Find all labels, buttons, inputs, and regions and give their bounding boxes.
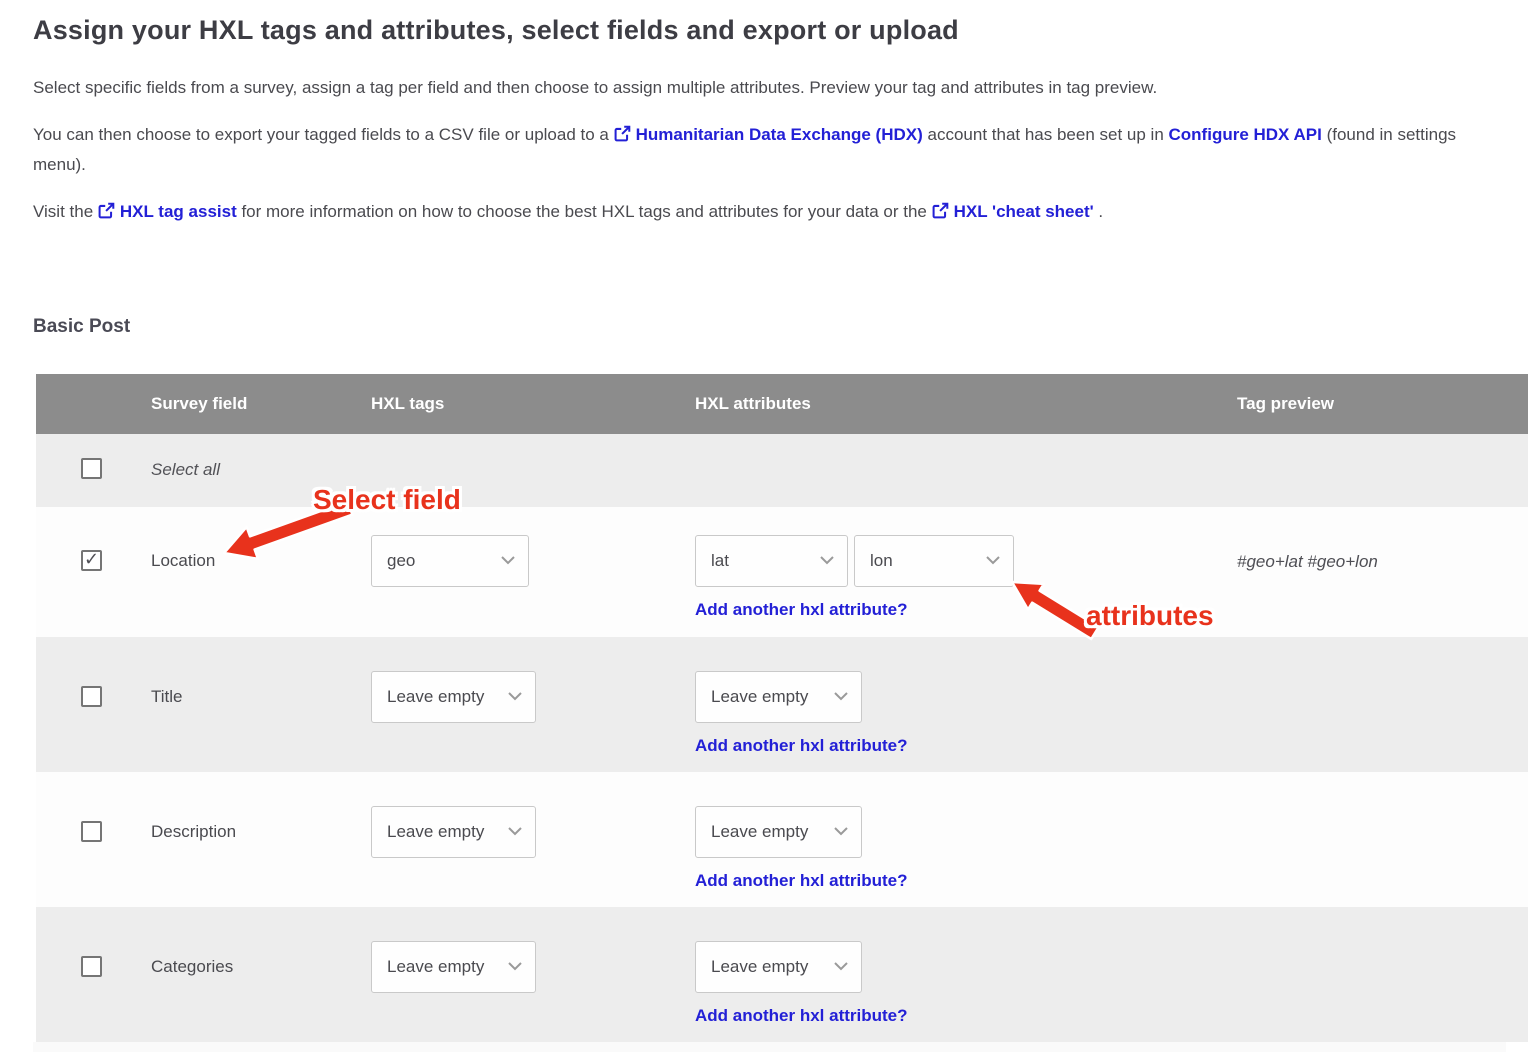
hdx-link[interactable]: Humanitarian Data Exchange (HDX) — [614, 125, 923, 144]
header-checkbox-column — [36, 374, 151, 434]
hxl-attribute-select[interactable]: Leave empty — [695, 671, 862, 723]
select-all-row: Select all — [36, 434, 1528, 507]
hxl-attribute-select-value: Leave empty — [711, 822, 808, 842]
hxl-attribute-select[interactable]: Leave empty — [695, 941, 862, 993]
chevron-down-icon — [501, 552, 515, 570]
hxl-tag-select[interactable]: Leave empty — [371, 941, 536, 993]
intro-p3-text: Visit the — [33, 202, 98, 221]
add-attribute-link[interactable]: Add another hxl attribute? — [695, 600, 908, 620]
intro-paragraph-3: Visit the HXL tag assist for more inform… — [33, 198, 1506, 228]
select-all-label: Select all — [151, 460, 220, 480]
survey-field-label: Categories — [151, 957, 233, 977]
table-row-title: Title Leave empty Leave empty Add anoth — [36, 637, 1528, 772]
hxl-attribute-select[interactable]: lon — [854, 535, 1014, 587]
hxl-tag-assist-link-label: HXL tag assist — [120, 202, 237, 221]
chevron-down-icon — [508, 823, 522, 841]
table-header-row: Survey field HXL tags HXL attributes Tag… — [36, 374, 1528, 434]
external-link-icon — [932, 200, 949, 228]
external-link-icon — [614, 123, 631, 151]
intro-p2-text: account that has been set up in — [923, 125, 1169, 144]
tag-preview-text: #geo+lat #geo+lon — [1237, 552, 1378, 572]
hxl-tag-select-value: Leave empty — [387, 822, 484, 842]
intro-p2-text: You can then choose to export your tagge… — [33, 125, 614, 144]
row-checkbox[interactable] — [81, 686, 102, 707]
chevron-down-icon — [834, 823, 848, 841]
hxl-attribute-select[interactable]: Leave empty — [695, 806, 862, 858]
hxl-cheat-sheet-link[interactable]: HXL 'cheat sheet' — [932, 202, 1094, 221]
hxl-tag-select-value: geo — [387, 551, 415, 571]
hxl-tag-select[interactable]: Leave empty — [371, 806, 536, 858]
header-hxl-attributes: HXL attributes — [695, 374, 1237, 434]
hxl-attribute-select-value: lon — [870, 551, 893, 571]
hxl-attribute-select[interactable]: lat — [695, 535, 848, 587]
hxl-tag-assist-link[interactable]: HXL tag assist — [98, 202, 237, 221]
header-tag-preview: Tag preview — [1237, 374, 1528, 434]
hxl-tag-select[interactable]: geo — [371, 535, 529, 587]
chevron-down-icon — [834, 958, 848, 976]
row-checkbox[interactable]: ✓ — [81, 550, 102, 571]
survey-section-label: Basic Post — [33, 316, 1506, 338]
intro-paragraph-2: You can then choose to export your tagge… — [33, 121, 1506, 179]
hdx-link-label: Humanitarian Data Exchange (HDX) — [636, 125, 923, 144]
chevron-down-icon — [508, 688, 522, 706]
intro-paragraph-1: Select specific fields from a survey, as… — [33, 74, 1506, 102]
row-checkbox[interactable] — [81, 956, 102, 977]
hxl-attribute-select-value: Leave empty — [711, 687, 808, 707]
hxl-tag-select[interactable]: Leave empty — [371, 671, 536, 723]
checkmark-icon: ✓ — [84, 549, 99, 570]
select-all-checkbox[interactable] — [81, 458, 102, 479]
survey-field-label: Location — [151, 551, 215, 571]
chevron-down-icon — [986, 552, 1000, 570]
chevron-down-icon — [820, 552, 834, 570]
configure-hdx-api-link[interactable]: Configure HDX API — [1169, 125, 1322, 144]
select-field-annotation: Select field — [313, 484, 461, 516]
table-bottom-strip — [33, 1042, 1506, 1052]
intro-p3-text: for more information on how to choose th… — [237, 202, 932, 221]
hxl-attribute-select-value: lat — [711, 551, 729, 571]
survey-field-label: Description — [151, 822, 236, 842]
row-checkbox[interactable] — [81, 821, 102, 842]
add-attribute-link[interactable]: Add another hxl attribute? — [695, 871, 908, 891]
hxl-tag-select-value: Leave empty — [387, 687, 484, 707]
hxl-tag-select-value: Leave empty — [387, 957, 484, 977]
header-hxl-tags: HXL tags — [371, 374, 695, 434]
chevron-down-icon — [508, 958, 522, 976]
attributes-annotation: attributes — [1086, 600, 1214, 632]
hxl-export-page: Assign your HXL tags and attributes, sel… — [0, 0, 1534, 1052]
hxl-cheat-sheet-link-label: HXL 'cheat sheet' — [954, 202, 1094, 221]
header-survey-field: Survey field — [151, 374, 371, 434]
table-row-description: Description Leave empty Leave empty Add — [36, 772, 1528, 907]
configure-hdx-api-link-label: Configure HDX API — [1169, 125, 1322, 144]
chevron-down-icon — [834, 688, 848, 706]
add-attribute-link[interactable]: Add another hxl attribute? — [695, 736, 908, 756]
page-title: Assign your HXL tags and attributes, sel… — [33, 14, 1506, 46]
table-row-location: ✓ Location geo lat — [36, 507, 1528, 637]
add-attribute-link[interactable]: Add another hxl attribute? — [695, 1006, 908, 1026]
survey-field-label: Title — [151, 687, 183, 707]
table-row-categories: Categories Leave empty Leave empty Add — [36, 907, 1528, 1042]
external-link-icon — [98, 200, 115, 228]
intro-p3-text: . — [1094, 202, 1103, 221]
hxl-attribute-select-value: Leave empty — [711, 957, 808, 977]
hxl-tag-table: Survey field HXL tags HXL attributes Tag… — [36, 374, 1528, 1042]
